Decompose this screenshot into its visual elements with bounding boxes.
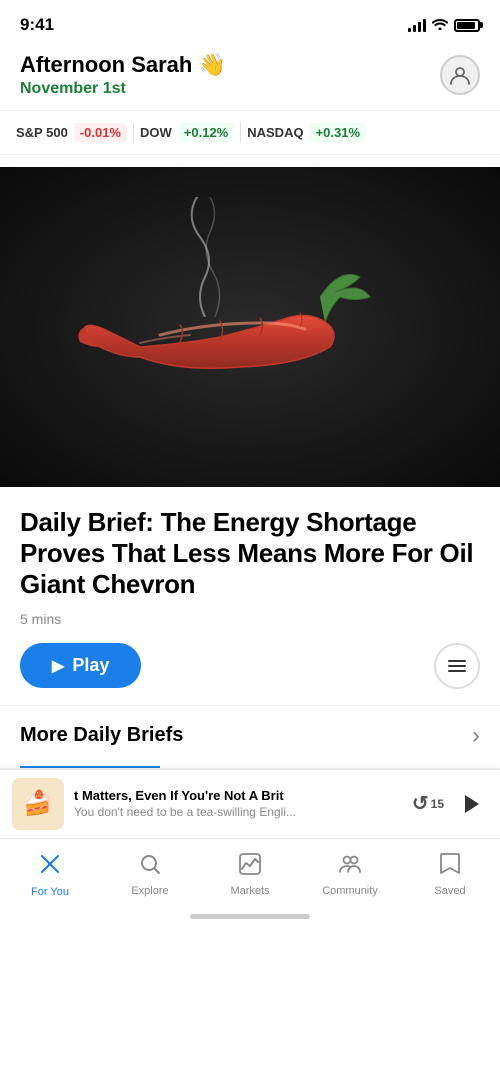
home-bar bbox=[190, 914, 310, 919]
status-bar: 9:41 bbox=[0, 0, 500, 44]
markets-icon bbox=[238, 852, 262, 881]
mini-player-title: t Matters, Even If You're Not A Brit bbox=[74, 788, 402, 803]
tab-markets[interactable]: Markets bbox=[200, 848, 300, 901]
mini-play-button[interactable] bbox=[454, 787, 488, 821]
thumbnail-emoji: 🍰 bbox=[23, 789, 53, 818]
ticker-divider-1 bbox=[133, 123, 134, 143]
profile-avatar[interactable] bbox=[440, 55, 480, 95]
status-time: 9:41 bbox=[20, 15, 54, 35]
article-content: Daily Brief: The Energy Shortage Proves … bbox=[0, 487, 500, 627]
tab-for-you[interactable]: For You bbox=[0, 847, 100, 902]
saved-icon bbox=[439, 852, 461, 881]
tab-markets-label: Markets bbox=[230, 885, 269, 897]
ticker-nasdaq-change: +0.31% bbox=[310, 123, 366, 142]
tab-community[interactable]: Community bbox=[300, 848, 400, 901]
more-briefs-label: More Daily Briefs bbox=[20, 724, 183, 747]
article-title: Daily Brief: The Energy Shortage Proves … bbox=[20, 507, 480, 601]
hero-image bbox=[0, 167, 500, 487]
community-icon bbox=[338, 852, 362, 881]
replay-icon: ↺ bbox=[412, 791, 429, 816]
list-options-button[interactable] bbox=[434, 643, 480, 689]
replay-seconds: 15 bbox=[431, 797, 444, 811]
tab-saved-label: Saved bbox=[434, 885, 465, 897]
chili-illustration bbox=[0, 167, 500, 487]
ticker-nasdaq-name: NASDAQ bbox=[247, 125, 303, 140]
greeting-text: Afternoon Sarah 👋 bbox=[20, 52, 226, 78]
mini-player: 🍰 t Matters, Even If You're Not A Brit Y… bbox=[0, 769, 500, 838]
signal-icon bbox=[408, 18, 426, 32]
ticker-dow[interactable]: DOW +0.12% bbox=[140, 119, 234, 146]
mini-player-subtitle: You don't need to be a tea-swilling Engl… bbox=[74, 805, 402, 819]
more-briefs-row[interactable]: More Daily Briefs › bbox=[0, 705, 500, 766]
header: Afternoon Sarah 👋 November 1st bbox=[0, 44, 500, 110]
battery-icon bbox=[454, 19, 480, 32]
mini-player-thumbnail: 🍰 bbox=[12, 778, 64, 830]
tab-explore-label: Explore bbox=[131, 885, 168, 897]
replay-button[interactable]: ↺ 15 bbox=[412, 791, 444, 816]
tab-for-you-label: For You bbox=[31, 886, 69, 898]
chevron-right-icon: › bbox=[472, 722, 480, 750]
play-label: Play bbox=[72, 655, 109, 676]
date-text: November 1st bbox=[20, 80, 226, 98]
article-read-time: 5 mins bbox=[20, 611, 480, 627]
ticker-dow-name: DOW bbox=[140, 125, 172, 140]
tab-community-label: Community bbox=[322, 885, 378, 897]
ticker-dow-change: +0.12% bbox=[178, 123, 234, 142]
ticker-sp500-change: -0.01% bbox=[74, 123, 127, 142]
tab-explore[interactable]: Explore bbox=[100, 848, 200, 901]
status-icons bbox=[408, 17, 480, 33]
more-briefs-underline bbox=[20, 766, 160, 768]
market-ticker: S&P 500 -0.01% DOW +0.12% NASDAQ +0.31% bbox=[0, 110, 500, 155]
action-row: ▶ Play bbox=[0, 627, 500, 705]
tab-saved[interactable]: Saved bbox=[400, 848, 500, 901]
ticker-divider-2 bbox=[240, 123, 241, 143]
play-button[interactable]: ▶ Play bbox=[20, 643, 141, 688]
tab-bar: For You Explore Markets bbox=[0, 838, 500, 906]
wifi-icon bbox=[432, 17, 448, 33]
explore-icon bbox=[138, 852, 162, 881]
ticker-sp500[interactable]: S&P 500 -0.01% bbox=[16, 119, 127, 146]
mini-player-info: t Matters, Even If You're Not A Brit You… bbox=[74, 788, 402, 819]
mini-player-controls: ↺ 15 bbox=[412, 787, 488, 821]
home-indicator bbox=[0, 906, 500, 923]
ticker-nasdaq[interactable]: NASDAQ +0.31% bbox=[247, 119, 366, 146]
for-you-icon bbox=[37, 851, 63, 882]
greeting-section: Afternoon Sarah 👋 November 1st bbox=[20, 52, 226, 98]
ticker-sp500-name: S&P 500 bbox=[16, 125, 68, 140]
play-triangle-icon: ▶ bbox=[52, 656, 64, 676]
